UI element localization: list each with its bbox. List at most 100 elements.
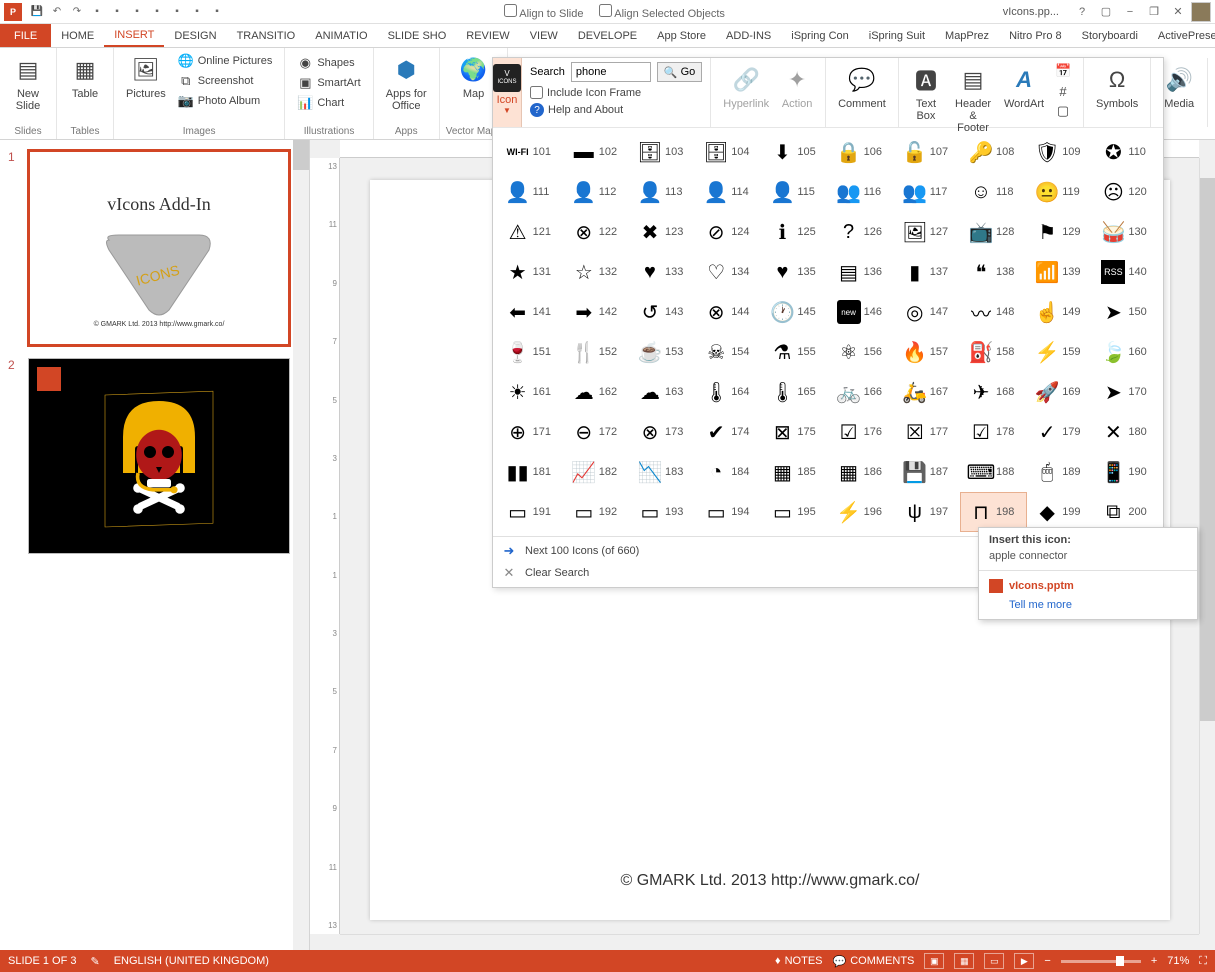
minimize-icon[interactable]: − [1119, 3, 1141, 21]
icon-cell-120[interactable]: ☹120 [1093, 172, 1159, 212]
search-input[interactable] [571, 62, 651, 82]
text-box-button[interactable]: 🅰 Text Box [905, 60, 947, 138]
qat-btn[interactable]: ▪ [168, 3, 186, 21]
thumbnail-scrollbar[interactable] [293, 140, 309, 950]
icon-cell-153[interactable]: ☕153 [629, 332, 695, 372]
icon-cell-136[interactable]: ▤136 [828, 252, 894, 292]
icon-cell-146[interactable]: new146 [828, 292, 894, 332]
icon-cell-167[interactable]: 🛵167 [894, 372, 960, 412]
icon-cell-103[interactable]: 🗄103 [629, 132, 695, 172]
tab-activeprese[interactable]: ActivePrese [1148, 24, 1215, 47]
icon-cell-114[interactable]: 👤114 [696, 172, 762, 212]
icon-cell-197[interactable]: ψ197 [894, 492, 960, 532]
icon-cell-122[interactable]: ⊗122 [563, 212, 629, 252]
icon-cell-147[interactable]: ◎147 [894, 292, 960, 332]
icon-cell-171[interactable]: ⊕171 [497, 412, 563, 452]
icon-cell-177[interactable]: ☒177 [894, 412, 960, 452]
align-selected-checkbox[interactable] [599, 4, 612, 17]
icon-cell-198[interactable]: ⊓198 [960, 492, 1026, 532]
icon-cell-175[interactable]: ⊠175 [762, 412, 828, 452]
icon-cell-187[interactable]: 💾187 [894, 452, 960, 492]
icon-cell-191[interactable]: ▭191 [497, 492, 563, 532]
icon-cell-157[interactable]: 🔥157 [894, 332, 960, 372]
qat-btn[interactable]: ▪ [88, 3, 106, 21]
icon-cell-192[interactable]: ▭192 [563, 492, 629, 532]
icon-cell-186[interactable]: ▦186 [828, 452, 894, 492]
icon-cell-115[interactable]: 👤115 [762, 172, 828, 212]
redo-icon[interactable]: ↷ [68, 3, 86, 21]
help-about-label[interactable]: Help and About [548, 104, 623, 116]
icon-cell-112[interactable]: 👤112 [563, 172, 629, 212]
icon-cell-127[interactable]: 🖼127 [894, 212, 960, 252]
spell-check-icon[interactable]: ✎ [90, 955, 99, 968]
icon-cell-121[interactable]: ⚠121 [497, 212, 563, 252]
icon-cell-182[interactable]: 📈182 [563, 452, 629, 492]
icon-cell-196[interactable]: ⚡196 [828, 492, 894, 532]
icon-cell-163[interactable]: ☁163 [629, 372, 695, 412]
icon-cell-184[interactable]: ◔184 [696, 452, 762, 492]
icon-cell-116[interactable]: 👥116 [828, 172, 894, 212]
tab-home[interactable]: HOME [51, 24, 104, 47]
icon-cell-124[interactable]: ⊘124 [696, 212, 762, 252]
icon-cell-162[interactable]: ☁162 [563, 372, 629, 412]
date-time-button[interactable]: 📅 [1053, 62, 1073, 80]
icon-cell-109[interactable]: 🛡109 [1027, 132, 1093, 172]
icon-cell-102[interactable]: ▬102 [563, 132, 629, 172]
wordart-button[interactable]: A WordArt [999, 60, 1049, 138]
icon-cell-195[interactable]: ▭195 [762, 492, 828, 532]
icon-cell-139[interactable]: 📶139 [1027, 252, 1093, 292]
media-button[interactable]: 🔊 Media [1157, 60, 1201, 114]
fit-to-window-icon[interactable]: ⛶ [1199, 955, 1207, 968]
qat-btn[interactable]: ▪ [108, 3, 126, 21]
apps-for-office-button[interactable]: ⬢ Apps for Office [380, 50, 433, 116]
icon-cell-117[interactable]: 👥117 [894, 172, 960, 212]
slideshow-view-icon[interactable]: ▶ [1014, 953, 1034, 969]
help-icon[interactable]: ? [1071, 3, 1093, 21]
qat-btn[interactable]: ▪ [148, 3, 166, 21]
icon-cell-183[interactable]: 📉183 [629, 452, 695, 492]
close-icon[interactable]: ✕ [1167, 3, 1189, 21]
icon-cell-188[interactable]: ⌨188 [960, 452, 1026, 492]
restore-icon[interactable]: ❐ [1143, 3, 1165, 21]
tab-storyboard[interactable]: Storyboardi [1072, 24, 1148, 47]
screenshot-button[interactable]: ⧉Screenshot [176, 72, 275, 90]
go-button[interactable]: 🔍Go [657, 62, 702, 82]
tab-transitions[interactable]: TRANSITIO [227, 24, 306, 47]
icon-cell-194[interactable]: ▭194 [696, 492, 762, 532]
icon-cell-154[interactable]: ☠154 [696, 332, 762, 372]
shapes-button[interactable]: ◉Shapes [295, 54, 362, 72]
slide-number-button[interactable]: # [1053, 82, 1073, 100]
icon-cell-155[interactable]: ⚗155 [762, 332, 828, 372]
icon-cell-199[interactable]: ◆199 [1027, 492, 1093, 532]
icon-cell-140[interactable]: RSS140 [1093, 252, 1159, 292]
action-button[interactable]: ✦ Action [775, 60, 819, 114]
object-button[interactable]: ▢ [1053, 102, 1073, 120]
icon-cell-130[interactable]: 🥁130 [1093, 212, 1159, 252]
reading-view-icon[interactable]: ▭ [984, 953, 1004, 969]
icon-cell-168[interactable]: ✈168 [960, 372, 1026, 412]
icon-cell-161[interactable]: ☀161 [497, 372, 563, 412]
icon-cell-158[interactable]: ⛽158 [960, 332, 1026, 372]
icon-cell-107[interactable]: 🔓107 [894, 132, 960, 172]
save-icon[interactable]: 💾 [28, 3, 46, 21]
icon-cell-173[interactable]: ⊗173 [629, 412, 695, 452]
icon-cell-151[interactable]: 🍷151 [497, 332, 563, 372]
align-to-slide-checkbox[interactable] [504, 4, 517, 17]
header-footer-button[interactable]: ▤ Header & Footer [947, 60, 999, 138]
icon-cell-152[interactable]: 🍴152 [563, 332, 629, 372]
tab-ispring-con[interactable]: iSpring Con [781, 24, 858, 47]
icon-cell-176[interactable]: ☑176 [828, 412, 894, 452]
hyperlink-button[interactable]: 🔗 Hyperlink [717, 60, 775, 114]
tab-nitro[interactable]: Nitro Pro 8 [999, 24, 1072, 47]
icon-cell-190[interactable]: 📱190 [1093, 452, 1159, 492]
icon-cell-148[interactable]: 〰148 [960, 292, 1026, 332]
icon-cell-160[interactable]: 🍃160 [1093, 332, 1159, 372]
qat-btn[interactable]: ▪ [208, 3, 226, 21]
icon-cell-137[interactable]: ▮137 [894, 252, 960, 292]
icon-cell-141[interactable]: ⬅141 [497, 292, 563, 332]
zoom-level[interactable]: 71% [1167, 955, 1189, 967]
icon-cell-133[interactable]: ♥133 [629, 252, 695, 292]
icon-cell-126[interactable]: ?126 [828, 212, 894, 252]
icon-cell-189[interactable]: 🖱189 [1027, 452, 1093, 492]
comments-button[interactable]: 💬COMMENTS [833, 955, 915, 968]
